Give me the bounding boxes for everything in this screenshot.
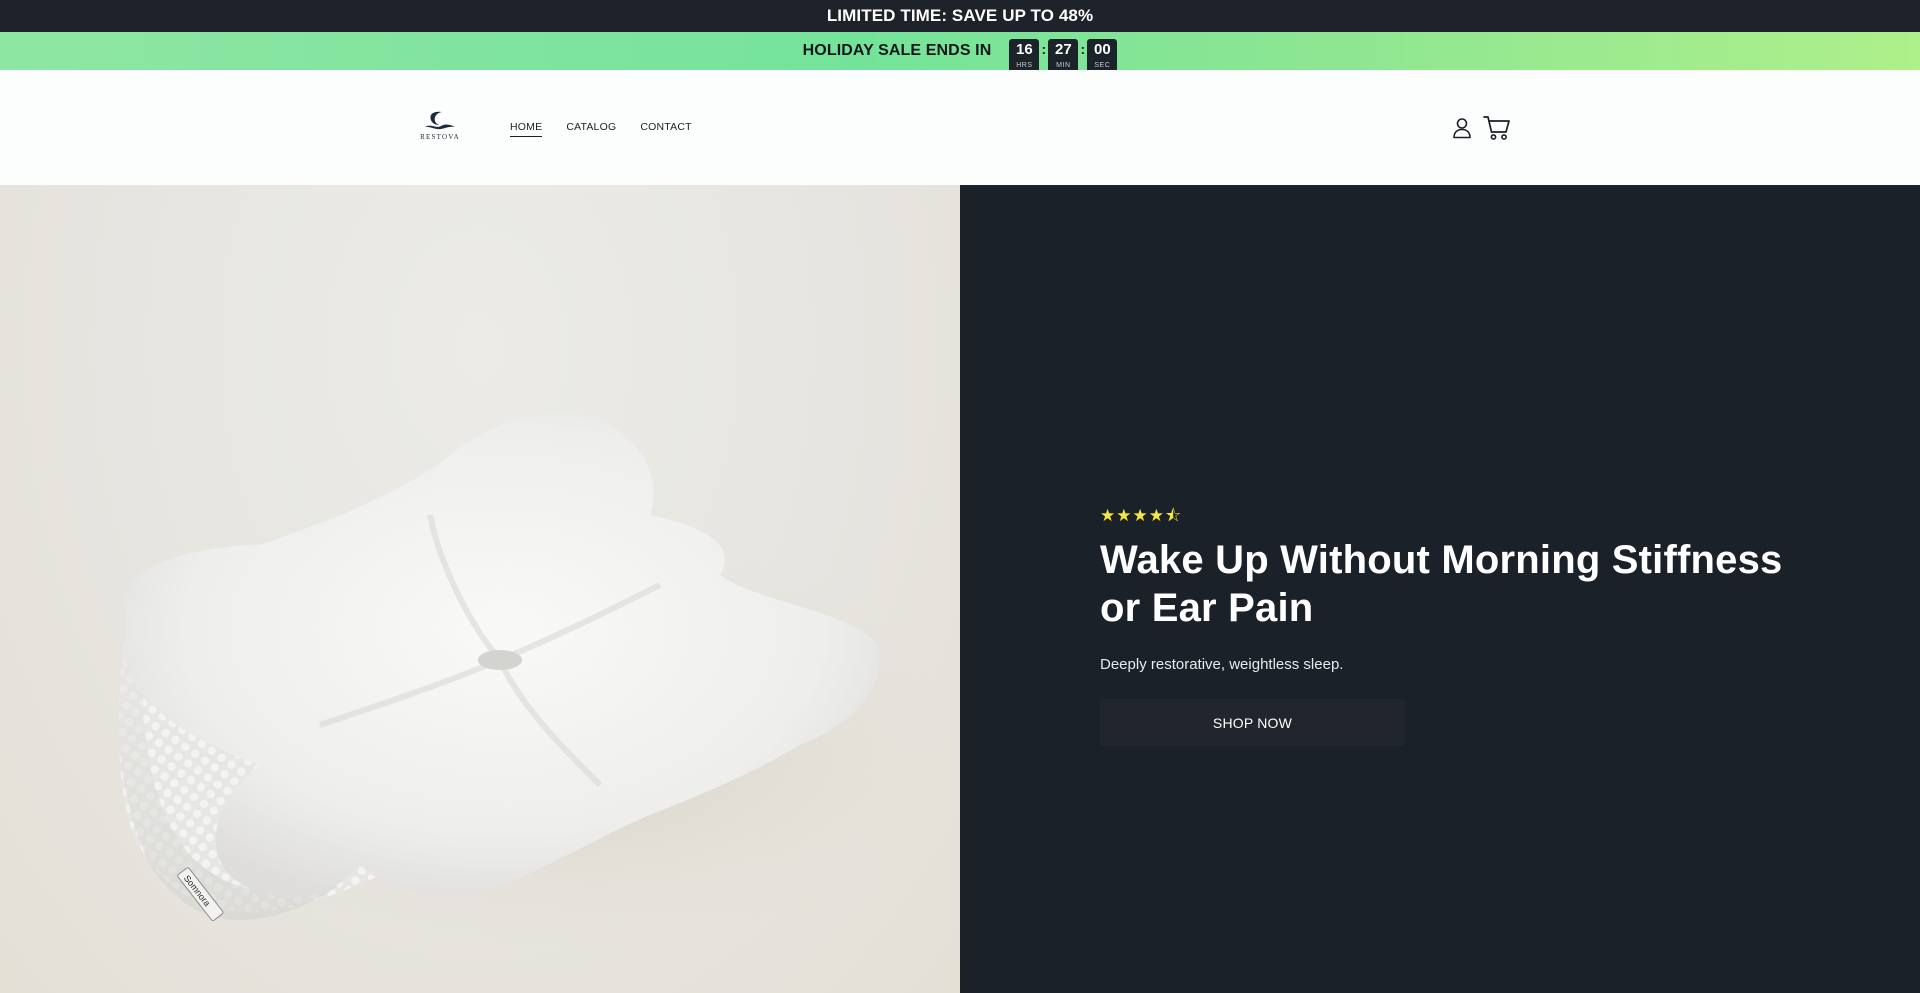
timer-minutes-value: 27 (1055, 41, 1072, 58)
shop-now-button[interactable]: SHOP NOW (1100, 699, 1405, 746)
announcement-text: LIMITED TIME: SAVE UP TO 48% (826, 6, 1094, 25)
hero-headline: Wake Up Without Morning Stiffness or Ear… (1100, 538, 1783, 630)
moon-wave-logo-icon (425, 111, 455, 130)
pillow-illustration: Somnora (117, 412, 960, 955)
sale-countdown-bar: HOLIDAY SALE ENDS IN 16 HRS : 27 MIN : 0… (0, 32, 1920, 70)
rating-stars: ★★★★⯪ (1100, 506, 1183, 525)
timer-minutes-label: MIN (1056, 62, 1071, 69)
site-header: RESTOVA HOME CATALOG CONTACT (0, 70, 1920, 185)
logo-wordmark: RESTOVA (420, 133, 460, 141)
timer-seconds-value: 00 (1094, 41, 1111, 58)
nav-contact[interactable]: CONTACT (640, 121, 691, 137)
timer-seconds-label: SEC (1094, 62, 1111, 69)
nav-home[interactable]: HOME (510, 121, 543, 137)
account-icon[interactable] (1452, 117, 1472, 139)
timer-seconds: 00 SEC (1087, 39, 1118, 70)
brand-logo[interactable]: RESTOVA (418, 110, 462, 146)
timer-separator: : (1080, 41, 1086, 57)
timer-hours-value: 16 (1016, 41, 1033, 58)
main-nav: HOME CATALOG CONTACT (510, 121, 692, 137)
timer-hours: 16 HRS (1009, 39, 1040, 70)
sale-text: HOLIDAY SALE ENDS IN (802, 42, 992, 59)
hero-content-panel: ★★★★⯪ Wake Up Without Morning Stiffness … (960, 185, 1920, 993)
timer-separator: : (1041, 41, 1047, 57)
hero-subtext: Deeply restorative, weightless sleep. (1100, 656, 1344, 673)
hero-product-image: Somnora (0, 185, 960, 993)
countdown-timer: 16 HRS : 27 MIN : 00 SEC (1009, 32, 1118, 70)
cart-icon[interactable] (1483, 115, 1511, 141)
announcement-bar: LIMITED TIME: SAVE UP TO 48% (0, 0, 1920, 32)
timer-hours-label: HRS (1016, 62, 1033, 69)
timer-minutes: 27 MIN (1048, 39, 1079, 70)
nav-catalog[interactable]: CATALOG (566, 121, 616, 137)
